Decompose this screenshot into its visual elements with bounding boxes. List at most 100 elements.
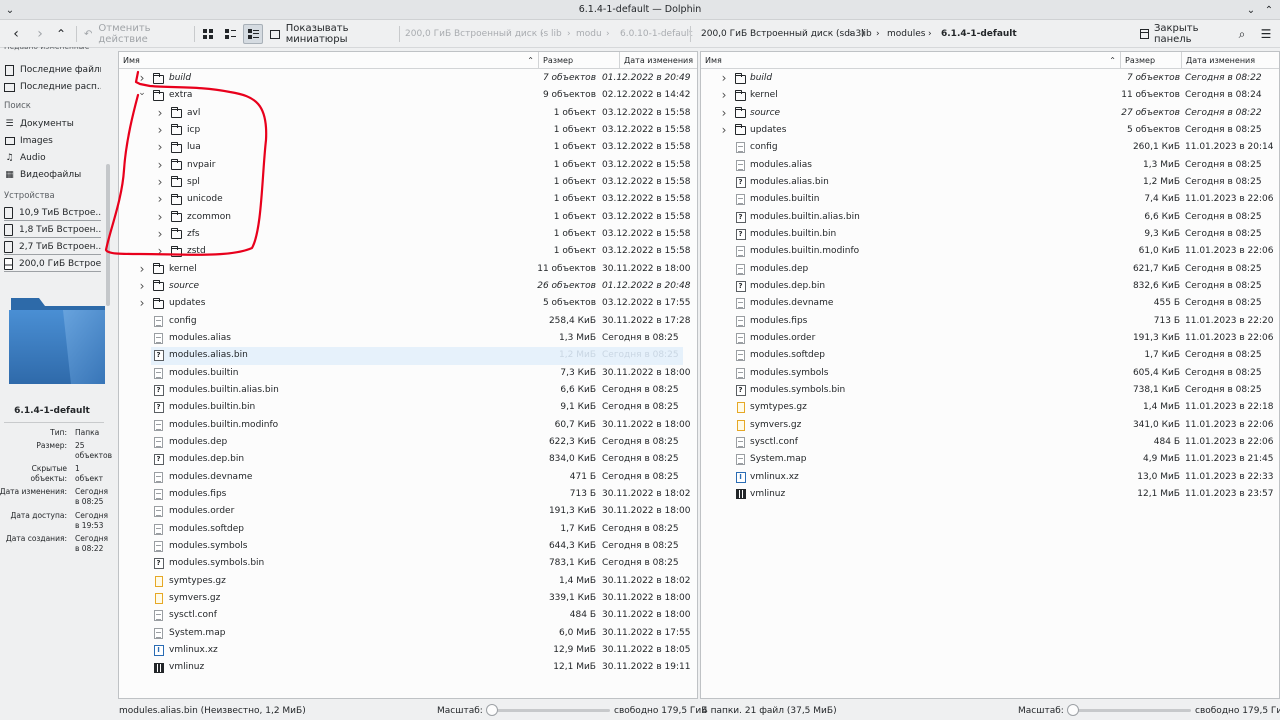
sidebar-scrollbar[interactable] <box>106 164 110 306</box>
file-row[interactable]: ? modules.alias.bin 1,2 МиБ Сегодня в 08:25 <box>151 347 683 365</box>
right-zoom-slider[interactable] <box>1067 709 1191 712</box>
file-row[interactable]: modules.devname 471 Б Сегодня в 08:25 <box>119 469 697 486</box>
file-row[interactable]: ? modules.alias.bin 1,2 МиБ Сегодня в 08:25 <box>701 174 1279 191</box>
expand-right-icon[interactable]: › <box>155 192 165 206</box>
file-row[interactable]: modules.devname 455 Б Сегодня в 08:25 <box>701 295 1279 312</box>
search-icon[interactable]: ⌕ <box>1234 24 1250 44</box>
left-file-pane[interactable]: Имя ⌃ Размер Дата изменения › build 7 объе… <box>118 51 698 699</box>
expand-right-icon[interactable]: › <box>155 244 165 258</box>
file-row[interactable]: symtypes.gz 1,4 МиБ 30.11.2022 в 18:02 <box>119 573 697 590</box>
file-row[interactable]: › lua 1 объект 03.12.2022 в 15:58 <box>119 139 697 156</box>
undo-button[interactable]: ↶ Отменить действие <box>84 23 188 45</box>
expand-right-icon[interactable]: › <box>155 140 165 154</box>
right-zoom-handle[interactable] <box>1067 704 1079 716</box>
file-row[interactable]: symtypes.gz 1,4 МиБ 11.01.2023 в 22:18 <box>701 399 1279 416</box>
sidebar-item-device-2[interactable]: 1,8 ТиБ Встроен... <box>4 222 101 238</box>
compact-view-button[interactable] <box>222 24 238 44</box>
file-row[interactable]: symvers.gz 339,1 КиБ 30.11.2022 в 18:00 <box>119 590 697 607</box>
column-size-header[interactable]: Размер <box>1121 52 1182 69</box>
hamburger-menu-icon[interactable]: ☰ <box>1258 24 1274 44</box>
left-zoom-slider[interactable] <box>486 709 610 712</box>
file-row[interactable]: › zfs 1 объект 03.12.2022 в 15:58 <box>119 226 697 243</box>
breadcrumb-left-modules[interactable]: modu <box>576 29 602 39</box>
details-view-button[interactable] <box>243 24 263 44</box>
breadcrumb-left-lib[interactable]: lib <box>551 29 562 39</box>
file-row[interactable]: vmlinuz 12,1 МиБ 11.01.2023 в 23:57 <box>701 486 1279 503</box>
file-row[interactable]: › source 26 объектов 01.12.2022 в 20:48 <box>119 278 697 295</box>
file-row[interactable]: › spl 1 объект 03.12.2022 в 15:58 <box>119 174 697 191</box>
file-row[interactable]: › build 7 объектов Сегодня в 08:22 <box>701 70 1279 87</box>
column-name-header[interactable]: Имя ⌃ <box>119 52 539 69</box>
file-row[interactable]: modules.fips 713 Б 11.01.2023 в 22:20 <box>701 313 1279 330</box>
file-row[interactable]: › unicode 1 объект 03.12.2022 в 15:58 <box>119 191 697 208</box>
file-row[interactable]: config 258,4 КиБ 30.11.2022 в 17:28 <box>119 313 697 330</box>
file-row[interactable]: sysctl.conf 484 Б 30.11.2022 в 18:00 <box>119 607 697 624</box>
minimize-icon[interactable]: ⌄ <box>1243 2 1259 18</box>
file-row[interactable]: ? modules.dep.bin 834,0 КиБ Сегодня в 08:25 <box>119 451 697 468</box>
file-row[interactable]: modules.symbols 605,4 КиБ Сегодня в 08:25 <box>701 365 1279 382</box>
file-row[interactable]: › updates 5 объектов Сегодня в 08:25 <box>701 122 1279 139</box>
file-row[interactable]: modules.order 191,3 КиБ 11.01.2023 в 22:06 <box>701 330 1279 347</box>
file-row[interactable]: › zstd 1 объект 03.12.2022 в 15:58 <box>119 243 697 260</box>
sidebar-item-recent-locations[interactable]: Последние расп... <box>4 79 101 95</box>
file-row[interactable]: modules.builtin 7,4 КиБ 11.01.2023 в 22:06 <box>701 191 1279 208</box>
breadcrumb-right-current[interactable]: 6.1.4-1-default <box>941 29 1017 39</box>
sidebar-item-device-4[interactable]: 200,0 ГиБ Встрое... <box>4 256 101 272</box>
file-row[interactable]: ⌄ extra 9 объектов 02.12.2022 в 14:42 <box>119 87 697 104</box>
file-row[interactable]: sysctl.conf 484 Б 11.01.2023 в 22:06 <box>701 434 1279 451</box>
preview-toggle-button[interactable]: Показывать миниатюры <box>270 23 396 45</box>
file-row[interactable]: › icp 1 объект 03.12.2022 в 15:58 <box>119 122 697 139</box>
file-row[interactable]: config 260,1 КиБ 11.01.2023 в 20:14 <box>701 139 1279 156</box>
sidebar-item-documents[interactable]: ☰ Документы <box>4 116 101 132</box>
breadcrumb-right-lib[interactable]: lib <box>861 29 872 39</box>
expand-right-icon[interactable]: › <box>137 262 147 276</box>
forward-icon[interactable]: › <box>32 24 48 44</box>
file-row[interactable]: ? modules.dep.bin 832,6 КиБ Сегодня в 08:25 <box>701 278 1279 295</box>
file-row[interactable]: › kernel 11 объектов Сегодня в 08:24 <box>701 87 1279 104</box>
expand-right-icon[interactable]: › <box>137 71 147 85</box>
sidebar-item-device-3[interactable]: 2,7 ТиБ Встроен... <box>4 239 101 255</box>
file-row[interactable]: symvers.gz 341,0 КиБ 11.01.2023 в 22:06 <box>701 417 1279 434</box>
close-panel-button[interactable]: Закрыть панель <box>1140 23 1228 45</box>
left-zoom-handle[interactable] <box>486 704 498 716</box>
expand-right-icon[interactable]: › <box>137 296 147 310</box>
expand-down-icon[interactable]: ⌄ <box>137 88 147 98</box>
file-row[interactable]: ? modules.builtin.bin 9,1 КиБ Сегодня в 08:… <box>119 399 697 416</box>
expand-right-icon[interactable]: › <box>155 175 165 189</box>
column-date-header[interactable]: Дата изменения <box>1182 52 1280 69</box>
sidebar-item-recent-files[interactable]: Последние файлы <box>4 62 101 78</box>
file-row[interactable]: ? modules.builtin.bin 9,3 КиБ Сегодня в 08:… <box>701 226 1279 243</box>
file-row[interactable]: modules.softdep 1,7 КиБ Сегодня в 08:25 <box>119 521 697 538</box>
file-row[interactable]: vmlinuz 12,1 МиБ 30.11.2022 в 19:11 <box>119 659 697 676</box>
file-row[interactable]: System.map 4,9 МиБ 11.01.2023 в 21:45 <box>701 451 1279 468</box>
file-row[interactable]: modules.alias 1,3 МиБ Сегодня в 08:25 <box>119 330 697 347</box>
column-size-header[interactable]: Размер <box>539 52 620 69</box>
breadcrumb-left-current[interactable]: 6.0.10-1-default <box>620 29 693 39</box>
sidebar-item-device-1[interactable]: 10,9 ТиБ Встрое... <box>4 205 101 221</box>
file-row[interactable]: modules.alias 1,3 МиБ Сегодня в 08:25 <box>701 157 1279 174</box>
file-row[interactable]: modules.builtin.modinfo 60,7 КиБ 30.11.202… <box>119 417 697 434</box>
expand-right-icon[interactable]: › <box>155 158 165 172</box>
breadcrumb-right-drive[interactable]: 200,0 ГиБ Встроенный диск (sda3) <box>701 29 865 39</box>
file-row[interactable]: modules.dep 622,3 КиБ Сегодня в 08:25 <box>119 434 697 451</box>
file-row[interactable]: modules.softdep 1,7 КиБ Сегодня в 08:25 <box>701 347 1279 364</box>
file-row[interactable]: › avl 1 объект 03.12.2022 в 15:58 <box>119 105 697 122</box>
sidebar-item-images[interactable]: Images <box>4 133 101 149</box>
file-row[interactable]: ? modules.symbols.bin 738,1 КиБ Сегодня в 0… <box>701 382 1279 399</box>
breadcrumb-right-modules[interactable]: modules <box>887 29 925 39</box>
file-row[interactable]: modules.builtin 7,3 КиБ 30.11.2022 в 18:00 <box>119 365 697 382</box>
expand-right-icon[interactable]: › <box>155 227 165 241</box>
up-icon[interactable]: ⌃ <box>54 24 68 44</box>
file-row[interactable]: › source 27 объектов Сегодня в 08:22 <box>701 105 1279 122</box>
expand-right-icon[interactable]: › <box>719 88 729 102</box>
expand-right-icon[interactable]: › <box>719 71 729 85</box>
file-row[interactable]: › nvpair 1 объект 03.12.2022 в 15:58 <box>119 157 697 174</box>
file-row[interactable]: ? modules.builtin.alias.bin 6,6 КиБ Сегодня… <box>119 382 697 399</box>
column-name-header[interactable]: Имя ⌃ <box>701 52 1121 69</box>
maximize-icon[interactable]: ⌃ <box>1261 2 1277 18</box>
file-row[interactable]: ? modules.symbols.bin 783,1 КиБ Сегодня в 0… <box>119 555 697 572</box>
breadcrumb-left-drive[interactable]: 200,0 ГиБ Встроенный диск (s <box>405 29 548 39</box>
file-row[interactable]: Ivmlinux.xz 12,9 МиБ 30.11.2022 в 18:05 <box>119 642 697 659</box>
file-row[interactable]: Ivmlinux.xz 13,0 МиБ 11.01.2023 в 22:33 <box>701 469 1279 486</box>
sidebar-item-videos[interactable]: ▦ Видеофайлы <box>4 167 101 183</box>
